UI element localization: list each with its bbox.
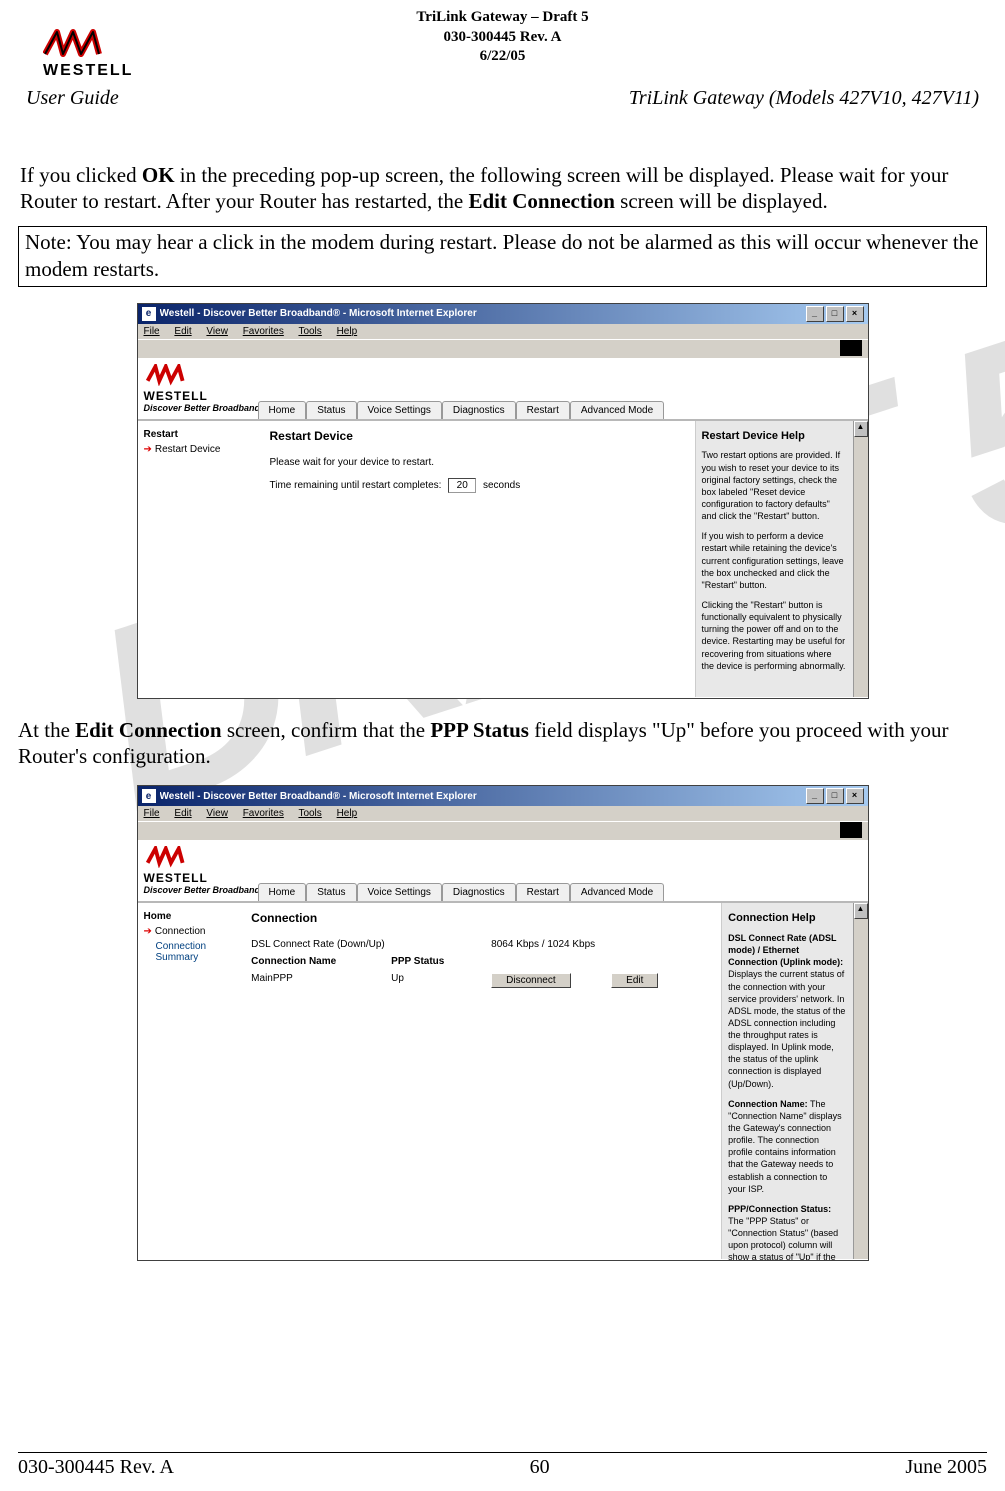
brand-name: WESTELL xyxy=(43,62,133,80)
page-title-connection: Connection xyxy=(251,911,711,925)
ie-titlebar-2: e Westell - Discover Better Broadband® -… xyxy=(138,786,868,806)
scroll-up-button[interactable]: ▲ xyxy=(854,421,868,437)
menu-help[interactable]: Help xyxy=(337,326,358,337)
scroll-up-button[interactable]: ▲ xyxy=(854,903,868,919)
app-logo: WESTELL Discover Better Broadband xyxy=(138,840,250,901)
maximize-button[interactable]: □ xyxy=(826,788,844,804)
ie-throbber-icon xyxy=(840,340,862,356)
scrollbar[interactable]: ▲ xyxy=(853,421,868,697)
tab-home[interactable]: Home xyxy=(258,401,307,419)
countdown-field: 20 xyxy=(448,478,476,493)
tab-restart[interactable]: Restart xyxy=(516,883,570,901)
ie-icon: e xyxy=(142,789,156,803)
help-p2: If you wish to perform a device restart … xyxy=(702,530,862,591)
nav-section: Restart xyxy=(144,429,254,440)
document-header: TriLink Gateway – Draft 5 030-300445 Rev… xyxy=(18,8,987,67)
val-conn-name: MainPPP xyxy=(251,973,391,988)
help-title: Restart Device Help xyxy=(702,429,862,444)
westell-logo: WESTELL xyxy=(43,28,133,80)
footer-left: 030-300445 Rev. A xyxy=(18,1456,174,1479)
doc-header-line1: TriLink Gateway – Draft 5 xyxy=(18,8,987,28)
tab-advanced[interactable]: Advanced Mode xyxy=(570,401,664,419)
help-p1: Two restart options are provided. If you… xyxy=(702,449,862,522)
nav-section-home: Home xyxy=(144,911,236,922)
disconnect-button[interactable]: Disconnect xyxy=(491,973,570,988)
menu-file[interactable]: File xyxy=(144,326,160,337)
screenshot-restart: e Westell - Discover Better Broadband® -… xyxy=(137,303,869,699)
help-title-2: Connection Help xyxy=(728,911,861,926)
minimize-button[interactable]: _ xyxy=(806,306,824,322)
left-nav: Restart Restart Device xyxy=(138,421,260,697)
menu-file[interactable]: File xyxy=(144,808,160,819)
menu-favorites[interactable]: Favorites xyxy=(243,808,284,819)
tab-status[interactable]: Status xyxy=(306,883,356,901)
app-logo: WESTELL Discover Better Broadband xyxy=(138,358,250,419)
tab-voice[interactable]: Voice Settings xyxy=(357,883,442,901)
note-text: Note: You may hear a click in the modem … xyxy=(25,230,978,281)
scrollbar-2[interactable]: ▲ xyxy=(853,903,868,1259)
user-guide-label: User Guide xyxy=(26,87,119,110)
nav-restart-device[interactable]: Restart Device xyxy=(144,444,254,455)
note-box: Note: You may hear a click in the modem … xyxy=(18,226,987,287)
help-panel: Restart Device Help Two restart options … xyxy=(695,421,868,697)
menu-tools[interactable]: Tools xyxy=(298,326,321,337)
ie-menubar: File Edit View Favorites Tools Help xyxy=(138,324,868,339)
tab-home[interactable]: Home xyxy=(258,883,307,901)
footer-right: June 2005 xyxy=(905,1456,987,1479)
menu-edit[interactable]: Edit xyxy=(174,326,191,337)
footer-page-number: 60 xyxy=(530,1456,550,1479)
menu-edit[interactable]: Edit xyxy=(174,808,191,819)
nav-connection-summary[interactable]: Connection Summary xyxy=(156,941,236,963)
countdown-line: Time remaining until restart completes: … xyxy=(270,478,685,493)
paragraph-2: At the Edit Connection screen, confirm t… xyxy=(18,717,987,770)
ie-throbber-icon xyxy=(840,822,862,838)
nav-connection[interactable]: Connection xyxy=(144,926,236,937)
tab-advanced[interactable]: Advanced Mode xyxy=(570,883,664,901)
rate-value: 8064 Kbps / 1024 Kbps xyxy=(491,939,611,950)
menu-view[interactable]: View xyxy=(206,326,228,337)
edit-button[interactable]: Edit xyxy=(611,973,658,988)
ie-icon: e xyxy=(142,307,156,321)
tab-restart[interactable]: Restart xyxy=(516,401,570,419)
val-ppp-status: Up xyxy=(391,973,491,988)
col-conn-name: Connection Name xyxy=(251,956,391,967)
tab-diagnostics[interactable]: Diagnostics xyxy=(442,883,516,901)
ie-title: Westell - Discover Better Broadband® - M… xyxy=(160,308,804,319)
help-p3: Clicking the "Restart" button is functio… xyxy=(702,599,862,672)
doc-header-line2: 030-300445 Rev. A xyxy=(18,28,987,48)
close-button[interactable]: × xyxy=(846,306,864,322)
screenshot-connection: e Westell - Discover Better Broadband® -… xyxy=(137,785,869,1261)
main-content-2: Connection DSL Connect Rate (Down/Up) 80… xyxy=(241,903,721,1259)
tab-diagnostics[interactable]: Diagnostics xyxy=(442,401,516,419)
paragraph-1: If you clicked OK in the preceding pop-u… xyxy=(18,162,987,215)
col-ppp-status: PPP Status xyxy=(391,956,491,967)
ie-titlebar: e Westell - Discover Better Broadband® -… xyxy=(138,304,868,324)
minimize-button[interactable]: _ xyxy=(806,788,824,804)
page-title: Restart Device xyxy=(270,429,685,443)
doc-header-line3: 6/22/05 xyxy=(18,47,987,67)
rate-label: DSL Connect Rate (Down/Up) xyxy=(251,939,391,950)
help-panel-2: Connection Help DSL Connect Rate (ADSL m… xyxy=(721,903,867,1259)
maximize-button[interactable]: □ xyxy=(826,306,844,322)
page-footer: 030-300445 Rev. A 60 June 2005 xyxy=(18,1456,987,1479)
footer-rule xyxy=(18,1452,987,1453)
product-model-label: TriLink Gateway (Models 427V10, 427V11) xyxy=(629,87,979,110)
ie-title-2: Westell - Discover Better Broadband® - M… xyxy=(160,791,804,802)
left-nav-2: Home Connection Connection Summary xyxy=(138,903,242,1259)
wait-message: Please wait for your device to restart. xyxy=(270,457,685,468)
ie-menubar-2: File Edit View Favorites Tools Help xyxy=(138,806,868,821)
main-content: Restart Device Please wait for your devi… xyxy=(260,421,695,697)
menu-tools[interactable]: Tools xyxy=(298,808,321,819)
tab-voice[interactable]: Voice Settings xyxy=(357,401,442,419)
menu-help[interactable]: Help xyxy=(337,808,358,819)
menu-view[interactable]: View xyxy=(206,808,228,819)
menu-favorites[interactable]: Favorites xyxy=(243,326,284,337)
tab-status[interactable]: Status xyxy=(306,401,356,419)
close-button[interactable]: × xyxy=(846,788,864,804)
